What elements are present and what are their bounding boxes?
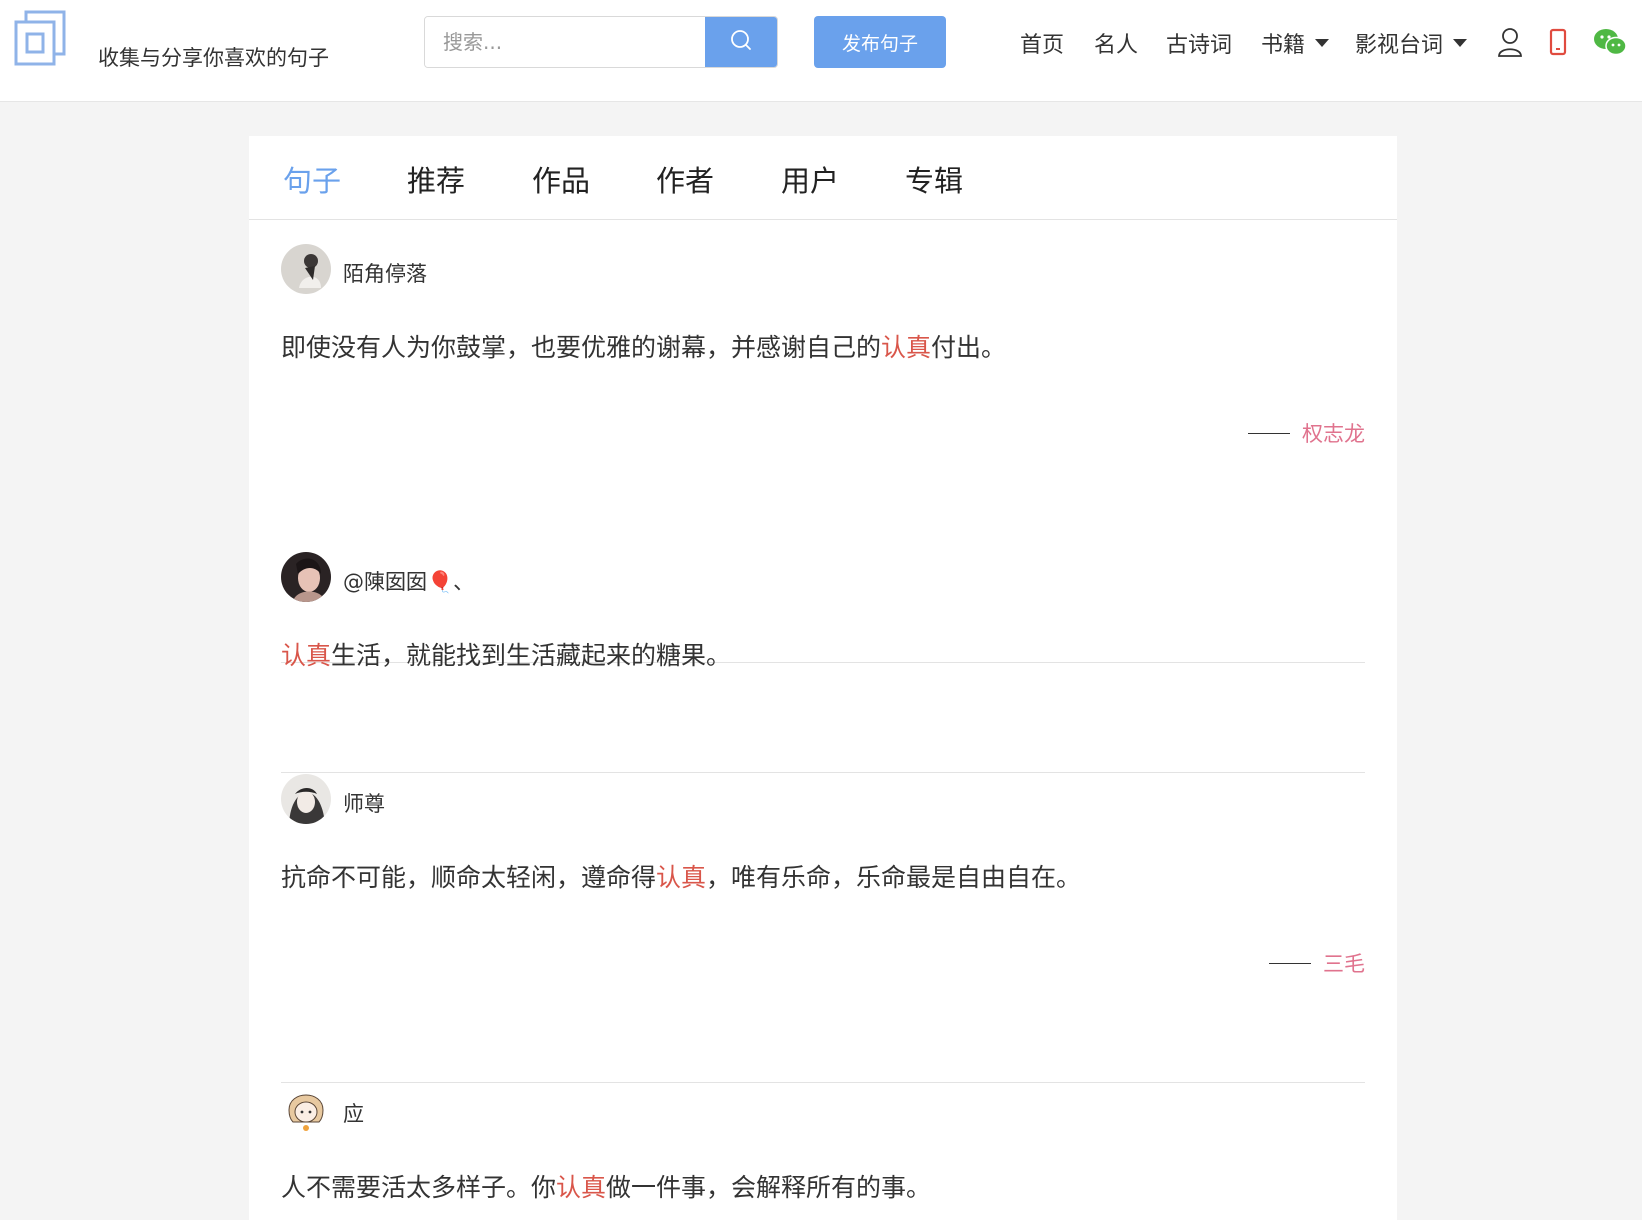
nav-books-dropdown[interactable]: 书籍 <box>1261 26 1330 60</box>
author-link[interactable]: 三毛 <box>1269 948 1365 978</box>
keyword-highlight: 认真 <box>656 863 707 892</box>
keyword-highlight: 认真 <box>556 1173 607 1202</box>
author-link[interactable]: 权志龙 <box>1248 418 1365 448</box>
content-text: 付出。 <box>931 333 1007 362</box>
nav-books-label: 书籍 <box>1261 33 1306 58</box>
site-tagline: 收集与分享你喜欢的句子 <box>98 46 329 70</box>
avatar[interactable] <box>281 244 331 294</box>
mobile-icon[interactable] <box>1540 24 1576 60</box>
author-name: 权志龙 <box>1302 422 1365 446</box>
search-box <box>424 16 778 68</box>
dash-divider <box>1269 962 1311 964</box>
divider <box>281 1082 1365 1083</box>
nav-celebrities[interactable]: 名人 <box>1094 26 1138 60</box>
username[interactable]: 应 <box>343 1098 364 1128</box>
tab-authors[interactable]: 作者 <box>656 158 714 200</box>
username[interactable]: @陳囡囡🎈、 <box>343 566 474 596</box>
search-input[interactable] <box>425 17 707 67</box>
post-content[interactable]: 认真生活，就能找到生活藏起来的糖果。 <box>281 636 731 672</box>
list-item: 应 人不需要活太多样子。你认真做一件事，会解释所有的事。 <box>281 1084 1365 1220</box>
post-content[interactable]: 抗命不可能，顺命太轻闲，遵命得认真，唯有乐命，乐命最是自由自在。 <box>281 858 1081 894</box>
tab-albums[interactable]: 专辑 <box>905 158 963 200</box>
search-button[interactable] <box>705 17 777 67</box>
publish-sentence-button[interactable]: 发布句子 <box>814 16 946 68</box>
content-text: 即使没有人为你鼓掌，也要优雅的谢幕，并感谢自己的 <box>281 333 882 362</box>
keyword-highlight: 认真 <box>281 641 332 670</box>
search-icon <box>729 28 753 56</box>
category-tabs: 句子 推荐 作品 作者 用户 专辑 <box>249 136 1397 220</box>
content-text: 生活，就能找到生活藏起来的糖果。 <box>331 641 732 670</box>
nav-movie-lines-label: 影视台词 <box>1355 33 1444 58</box>
username[interactable]: 陌角停落 <box>343 258 427 288</box>
avatar[interactable] <box>281 774 331 824</box>
content-text: 人不需要活太多样子。你 <box>281 1173 557 1202</box>
caret-down-icon <box>1315 39 1330 47</box>
dash-divider <box>1248 432 1290 434</box>
list-item: 师尊 抗命不可能，顺命太轻闲，遵命得认真，唯有乐命，乐命最是自由自在。 三毛 <box>281 774 1365 1084</box>
post-content[interactable]: 人不需要活太多样子。你认真做一件事，会解释所有的事。 <box>281 1168 931 1204</box>
wechat-icon[interactable] <box>1590 24 1630 60</box>
avatar[interactable] <box>281 1084 331 1134</box>
content-text: 抗命不可能，顺命太轻闲，遵命得 <box>281 863 657 892</box>
author-name: 三毛 <box>1323 952 1365 976</box>
content-text: ，唯有乐命，乐命最是自由自在。 <box>706 863 1082 892</box>
tab-users[interactable]: 用户 <box>781 158 839 200</box>
username[interactable]: 师尊 <box>343 788 385 818</box>
content-text: 做一件事，会解释所有的事。 <box>606 1173 932 1202</box>
post-content[interactable]: 即使没有人为你鼓掌，也要优雅的谢幕，并感谢自己的认真付出。 <box>281 328 1006 364</box>
site-logo[interactable] <box>14 10 66 66</box>
content-card: 句子 推荐 作品 作者 用户 专辑 陌角停落 即使没有人为你鼓掌，也要优雅的谢幕… <box>249 136 1397 1220</box>
avatar[interactable] <box>281 552 331 602</box>
user-icon[interactable] <box>1492 24 1528 60</box>
tab-works[interactable]: 作品 <box>532 158 590 200</box>
caret-down-icon <box>1453 39 1468 47</box>
tab-sentences[interactable]: 句子 <box>283 158 341 200</box>
nav-home[interactable]: 首页 <box>1020 26 1064 60</box>
nav-movie-lines-dropdown[interactable]: 影视台词 <box>1355 26 1468 60</box>
keyword-highlight: 认真 <box>881 333 932 362</box>
tab-recommended[interactable]: 推荐 <box>407 158 465 200</box>
list-item: @陳囡囡🎈、 认真生活，就能找到生活藏起来的糖果。 <box>281 552 1365 774</box>
divider <box>281 772 1365 773</box>
nav-poetry[interactable]: 古诗词 <box>1166 26 1232 60</box>
site-header: 收集与分享你喜欢的句子 发布句子 首页 名人 古诗词 书籍 影视台词 <box>0 0 1642 102</box>
